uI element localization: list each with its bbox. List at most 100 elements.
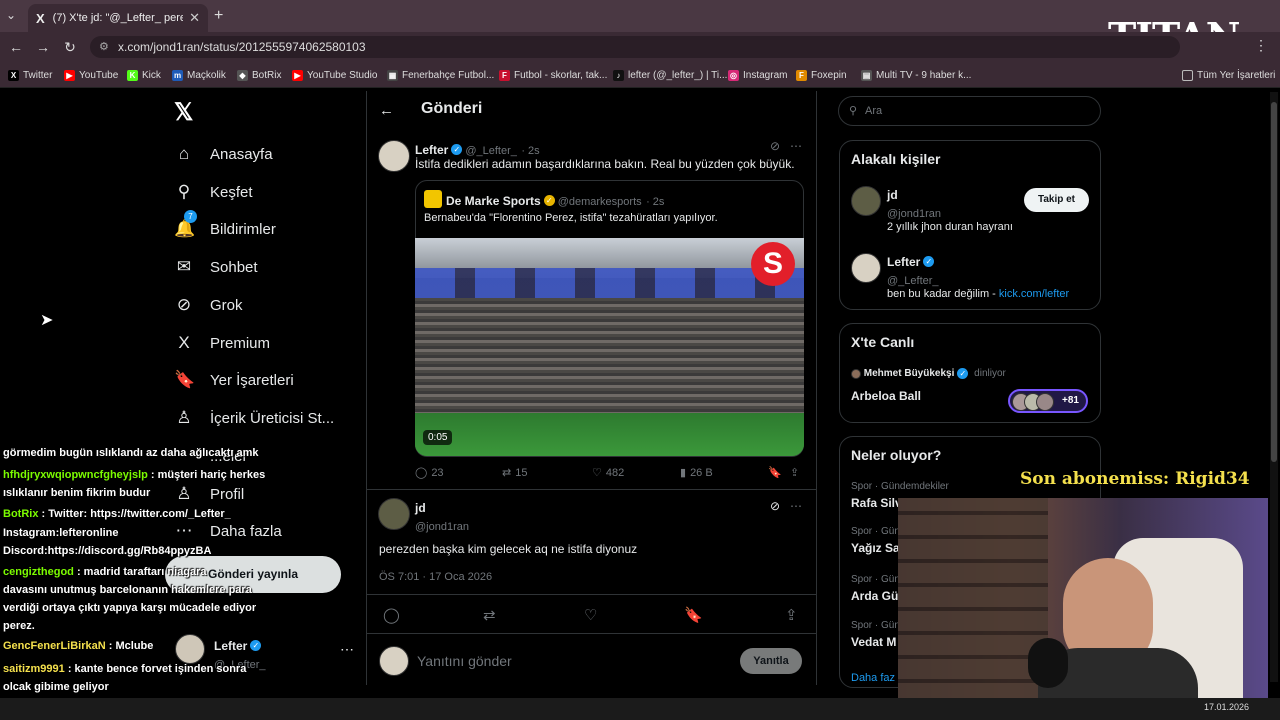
chat-username: GencFenerLiBirkaN xyxy=(3,640,106,652)
sidebar-item-4[interactable]: ⊘ Grok xyxy=(174,290,243,320)
bookmark-2[interactable]: K Kick xyxy=(127,66,161,84)
more-options-icon[interactable]: ⋯ xyxy=(340,641,354,658)
account-name: Lefter xyxy=(214,639,248,653)
verified-icon: ✓ xyxy=(923,256,935,268)
reply-count[interactable]: ◯ 23 xyxy=(415,466,444,480)
bookmark-0[interactable]: X Twitter xyxy=(8,66,52,84)
bookmark-9[interactable]: ◎ Instagram xyxy=(728,66,787,84)
grok-icon[interactable]: ⊘ xyxy=(770,499,780,513)
reply-compose-input[interactable]: Yanıtını gönder xyxy=(417,653,512,669)
chat-text: : müşteri hariç herkes xyxy=(147,469,266,481)
sidebar-item-label: Daha fazla xyxy=(210,522,282,540)
reload-icon[interactable]: ↻ xyxy=(60,37,80,57)
trend-name[interactable]: Yağız Sa xyxy=(851,541,900,555)
follow-button[interactable]: Takip et xyxy=(1024,188,1089,212)
scrollbar-thumb[interactable] xyxy=(1271,102,1277,462)
bookmark-10[interactable]: F Foxepin xyxy=(796,66,847,84)
all-bookmarks[interactable]: Tüm Yer İşaretleri xyxy=(1182,66,1275,84)
retweet-icon[interactable]: ⇄ xyxy=(483,606,496,624)
chat-username: saitizm9991 xyxy=(3,663,65,675)
folder-icon xyxy=(1182,69,1193,81)
quote-author-handle: @demarkesports xyxy=(557,196,642,208)
share-icon[interactable]: ⇪ xyxy=(790,466,799,479)
trend-name[interactable]: Vedat M xyxy=(851,635,896,649)
bookmark-11[interactable]: ▤ Multi TV - 9 haber k... xyxy=(861,66,971,84)
sidebar-item-6[interactable]: 🔖 Yer İşaretleri xyxy=(174,365,294,395)
person-jd[interactable]: jd @jond1ran xyxy=(887,186,941,222)
heart-icon[interactable]: ♡ xyxy=(584,606,597,624)
bookmark-1[interactable]: ▶ YouTube xyxy=(64,66,118,84)
bookmark-4[interactable]: ◆ BotRix xyxy=(237,66,281,84)
sidebar-item-9[interactable]: ♙ Profil xyxy=(174,479,244,509)
bookmark-8[interactable]: ♪ lefter (@_lefter_) | Ti... xyxy=(613,66,727,84)
sidebar-item-label: Anasayfa xyxy=(210,145,273,163)
sidebar-item-5[interactable]: X Premium xyxy=(174,328,270,358)
browser-tab[interactable]: X (7) X'te jd: "@_Lefter_ perezden ✕ xyxy=(28,4,208,32)
sidebar-item-2[interactable]: 🔔 7 Bildirimler xyxy=(174,210,276,244)
trend-meta: Spor · Gündemdekiler xyxy=(851,481,949,492)
retweet-count[interactable]: ⇄ 15 xyxy=(502,466,527,480)
host-avatar xyxy=(851,368,861,379)
tweet-author-avatar[interactable] xyxy=(378,140,410,172)
person-avatar[interactable] xyxy=(851,253,881,283)
nav-icon: ⌂ xyxy=(178,144,190,163)
reply-icon[interactable]: ◯ xyxy=(383,606,400,624)
reply-author[interactable]: jd @jond1ran xyxy=(415,499,469,535)
bookmark-label: YouTube xyxy=(79,69,119,81)
person-lefter[interactable]: Lefter ✓ @_Lefter_ xyxy=(887,253,939,289)
tweet-text: İstifa dedikleri adamın başardıklarına b… xyxy=(415,157,795,171)
chat-text: Instagram:lefteronline xyxy=(3,527,119,539)
bookmark-icon[interactable]: 🔖 xyxy=(768,466,782,479)
sidebar-item-10[interactable]: ⋯ Daha fazla xyxy=(174,516,282,546)
chat-text: Discord:https://discord.gg/Rb84ppyzBA xyxy=(3,545,212,557)
share-icon[interactable]: ⇪ xyxy=(785,606,798,624)
video-player[interactable]: S 0:05 xyxy=(415,238,804,456)
person-bio-link[interactable]: kick.com/lefter xyxy=(999,288,1069,300)
sidebar-item-7[interactable]: ♙ İçerik Üreticisi St... xyxy=(174,403,334,433)
menu-icon[interactable]: ⋮ xyxy=(1254,37,1268,54)
nav-icon: ⋯ xyxy=(175,521,193,540)
bookmark-favicon-icon: ▤ xyxy=(861,69,872,81)
reply-author-avatar[interactable] xyxy=(378,498,410,530)
address-bar[interactable]: ⚙ x.com/jond1ran/status/2012555974062580… xyxy=(90,36,1180,58)
x-logo-icon[interactable]: 𝕏 xyxy=(174,98,193,127)
like-count[interactable]: ♡ 482 xyxy=(592,466,624,480)
person-avatar[interactable] xyxy=(851,186,881,216)
back-arrow-icon[interactable]: ← xyxy=(379,102,394,119)
live-space-title[interactable]: Arbeloa Ball xyxy=(851,389,921,403)
account-avatar[interactable] xyxy=(175,634,205,664)
close-tab-icon[interactable]: ✕ xyxy=(189,10,200,26)
bookmark-icon[interactable]: 🔖 xyxy=(684,606,703,624)
mouse-cursor-icon: ➤ xyxy=(40,312,54,329)
chat-message: davasını unutmuş barcelonanın hakemlere … xyxy=(3,584,252,596)
bookmark-6[interactable]: ▦ Fenerbahçe Futbol... xyxy=(387,66,494,84)
bookmark-favicon-icon: m xyxy=(172,69,183,81)
forward-icon[interactable]: → xyxy=(33,37,53,57)
live-listeners[interactable]: +81 xyxy=(1008,389,1088,413)
new-tab-icon[interactable]: + xyxy=(214,7,223,25)
bookmark-label: Foxepin xyxy=(811,69,847,81)
search-input[interactable]: ⚲ Ara xyxy=(838,96,1101,126)
nav-icon: 🔖 xyxy=(174,370,196,389)
sidebar-item-1[interactable]: ⚲ Keşfet xyxy=(174,177,253,207)
tweet-author-handle: @_Lefter_ xyxy=(465,145,517,157)
reply-button[interactable]: Yanıtla xyxy=(740,648,802,674)
trend-name[interactable]: Arda Gü xyxy=(851,589,898,603)
reply-more-icon[interactable]: ⋯ xyxy=(790,499,802,513)
grok-icon[interactable]: ⊘ xyxy=(770,139,780,153)
bookmark-5[interactable]: ▶ YouTube Studio xyxy=(292,66,377,84)
site-info-icon[interactable]: ⚙ xyxy=(99,36,109,58)
live-host[interactable]: Mehmet Büyükekşi ✓ dinliyor xyxy=(851,368,1006,379)
sidebar-item-3[interactable]: ✉ Sohbet xyxy=(174,252,258,282)
view-count[interactable]: ▮ 26 B xyxy=(680,466,713,480)
chat-message: cengizthegod : madrid taraftarı niagara xyxy=(3,566,207,578)
person-bio-text: ben bu kadar değilim - xyxy=(887,288,999,300)
bookmark-3[interactable]: m Maçkolik xyxy=(172,66,226,84)
show-more-link[interactable]: Daha faz xyxy=(851,672,895,684)
tab-list-chevron-icon[interactable]: ⌄ xyxy=(6,8,16,22)
bookmark-favicon-icon: ▶ xyxy=(292,69,303,81)
sidebar-item-0[interactable]: ⌂ Anasayfa xyxy=(174,139,273,169)
back-icon[interactable]: ← xyxy=(6,37,26,57)
tweet-more-icon[interactable]: ⋯ xyxy=(790,139,802,153)
bookmark-7[interactable]: F Futbol - skorlar, tak... xyxy=(499,66,607,84)
